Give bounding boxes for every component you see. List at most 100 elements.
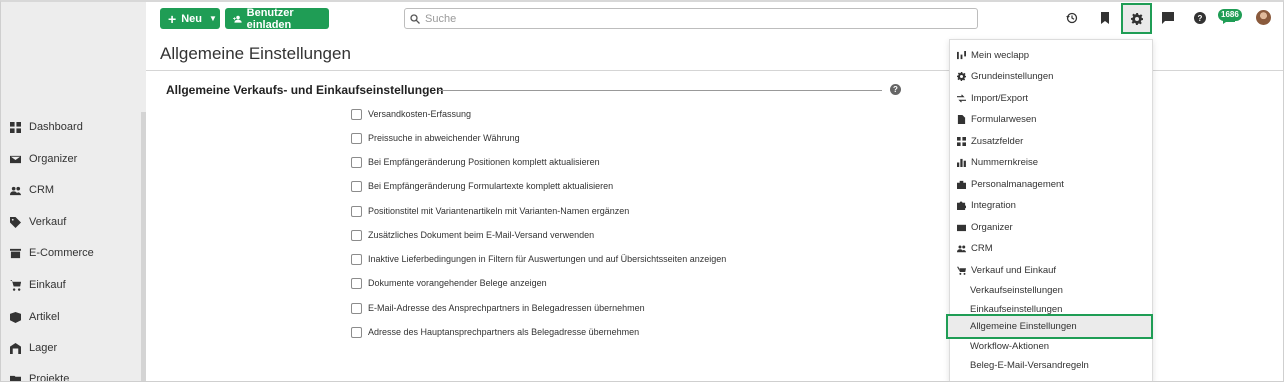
menu-item-label: Grundeinstellungen <box>971 70 1054 82</box>
option-label: Positionstitel mit Variantenartikeln mit… <box>368 206 630 216</box>
search-icon <box>410 13 420 24</box>
option-row[interactable]: E-Mail-Adresse des Ansprechpartners in B… <box>351 301 645 315</box>
option-checkbox[interactable] <box>351 132 362 144</box>
sidebar-item-crm[interactable]: CRM <box>10 181 54 199</box>
option-label: Preissuche in abweichender Währung <box>368 133 520 143</box>
new-button[interactable]: + Neu ▼ <box>160 8 220 29</box>
sidebar-item-organizer[interactable]: Organizer <box>10 150 77 168</box>
mail-icon <box>10 155 21 163</box>
menu-item-grundeinstellungen[interactable]: Grundeinstellungen <box>957 68 1053 84</box>
sidebar-item-projekte[interactable]: Projekte <box>10 370 69 382</box>
section-help-icon[interactable]: ? <box>890 84 901 95</box>
sidebar-item-label: CRM <box>29 184 55 196</box>
people-icon <box>10 186 21 195</box>
chevron-down-icon: ▼ <box>208 14 217 23</box>
people-icon <box>957 245 966 252</box>
sidebar-item-label: Dashboard <box>29 121 83 133</box>
option-label: Zusätzliches Dokument beim E-Mail-Versan… <box>368 230 595 240</box>
menu-item-verkauf-und-einkauf[interactable]: Verkauf und Einkauf <box>957 262 1056 278</box>
option-row[interactable]: Inaktive Lieferbedingungen in Filtern fü… <box>351 252 726 266</box>
avatar[interactable] <box>1256 10 1271 25</box>
invite-user-button[interactable]: Benutzer einladen <box>225 6 329 31</box>
option-label: Bei Empfängeränderung Formulartexte komp… <box>368 181 614 191</box>
sidebar-scrollbar[interactable] <box>141 112 146 382</box>
sidebar-item-label: Verkauf <box>29 216 67 228</box>
menu-item-organizer[interactable]: Organizer <box>957 219 1013 235</box>
option-row[interactable]: Adresse des Hauptansprechpartners als Be… <box>351 325 639 339</box>
option-checkbox[interactable] <box>351 326 362 338</box>
search-input[interactable] <box>425 12 965 25</box>
sidebar-item-label: E-Commerce <box>29 247 94 259</box>
help-icon[interactable]: ? <box>1188 6 1212 30</box>
gear-icon <box>1130 12 1143 25</box>
sidebar-item-label: Projekte <box>29 373 70 382</box>
menu-item-crm[interactable]: CRM <box>957 240 993 256</box>
sidebar-item-einkauf[interactable]: Einkauf <box>10 276 66 294</box>
menu-subitem-allgemeine-einstellungen[interactable]: Allgemeine Einstellungen <box>946 314 1153 339</box>
option-row[interactable]: Bei Empfängeränderung Positionen komplet… <box>351 155 600 169</box>
document-icon <box>957 114 966 124</box>
sidebar-item-label: Artikel <box>29 311 60 323</box>
menu-subitem-verkaufseinstellungen[interactable]: Verkaufseinstellungen <box>970 282 1063 298</box>
top-bar: + Neu ▼ Benutzer einladen ? 1686 <box>146 0 1283 36</box>
option-row[interactable]: Versandkosten-Erfassung <box>351 107 471 121</box>
store-icon <box>10 248 21 258</box>
sidebar-item-lager[interactable]: Lager <box>10 339 57 357</box>
option-checkbox[interactable] <box>351 253 362 265</box>
sidebar-item-artikel[interactable]: Artikel <box>10 308 60 326</box>
option-row[interactable]: Zusätzliches Dokument beim E-Mail-Versan… <box>351 228 594 242</box>
option-checkbox[interactable] <box>351 205 362 217</box>
cart-plus-icon <box>957 266 966 275</box>
menu-item-label: Personalmanagement <box>971 178 1064 190</box>
menu-item-label: Zusatzfelder <box>971 135 1024 147</box>
option-label: Inaktive Lieferbedingungen in Filtern fü… <box>368 254 727 264</box>
menu-item-label: Mein weclapp <box>971 49 1030 61</box>
option-row[interactable]: Positionstitel mit Variantenartikeln mit… <box>351 204 629 218</box>
bookmark-icon[interactable] <box>1093 6 1117 30</box>
option-row[interactable]: Bei Empfängeränderung Formulartexte komp… <box>351 179 613 193</box>
warehouse-icon <box>10 342 21 354</box>
page-title: Allgemeine Einstellungen <box>160 44 351 63</box>
new-button-label: Neu <box>181 12 202 25</box>
option-checkbox[interactable] <box>351 156 362 168</box>
history-icon[interactable] <box>1060 6 1084 30</box>
bar-chart-icon <box>957 158 966 167</box>
menu-item-nummernkreise[interactable]: Nummernkreise <box>957 154 1038 170</box>
chat-icon[interactable] <box>1156 6 1180 30</box>
menu-item-zusatzfelder[interactable]: Zusatzfelder <box>957 133 1023 149</box>
menu-item-label: Formularwesen <box>971 113 1037 125</box>
sidebar-item-label: Organizer <box>29 153 78 165</box>
menu-item-personalmanagement[interactable]: Personalmanagement <box>957 176 1064 192</box>
option-checkbox[interactable] <box>351 302 362 314</box>
option-checkbox[interactable] <box>351 180 362 192</box>
option-row[interactable]: Dokumente vorangehender Belege anzeigen <box>351 276 547 290</box>
menu-subitem-beleg-email-versandregeln[interactable]: Beleg-E-Mail-Versandregeln <box>970 357 1089 373</box>
menu-item-integration[interactable]: Integration <box>957 197 1016 213</box>
option-row[interactable]: Preissuche in abweichender Währung <box>351 131 520 145</box>
invite-user-label: Benutzer einladen <box>246 6 294 31</box>
option-checkbox[interactable] <box>351 108 362 120</box>
settings-gear-button[interactable] <box>1121 3 1152 34</box>
sidebar-item-e-commerce[interactable]: E-Commerce <box>10 244 94 262</box>
option-label: Bei Empfängeränderung Positionen komplet… <box>368 157 600 167</box>
sidebar-item-dashboard[interactable]: Dashboard <box>10 118 83 136</box>
menu-item-formularwesen[interactable]: Formularwesen <box>957 111 1036 127</box>
mail-icon <box>957 224 966 231</box>
weclapp-icon <box>957 50 966 59</box>
notification-count-badge: 1686 <box>1218 9 1242 21</box>
menu-subitem-workflow-aktionen[interactable]: Workflow-Aktionen <box>970 338 1049 354</box>
cart-icon <box>10 279 21 291</box>
option-checkbox[interactable] <box>351 229 362 241</box>
add-user-icon <box>233 15 242 23</box>
search-field[interactable] <box>404 8 978 29</box>
puzzle-icon <box>957 201 966 210</box>
option-checkbox[interactable] <box>351 277 362 289</box>
menu-item-mein-weclapp[interactable]: Mein weclapp <box>957 47 1029 63</box>
sidebar-item-label: Einkauf <box>29 279 66 291</box>
sidebar-item-verkauf[interactable]: Verkauf <box>10 213 66 231</box>
menu-item-import-export[interactable]: Import/Export <box>957 90 1028 106</box>
import-export-icon <box>957 94 966 102</box>
section-divider <box>438 90 882 91</box>
briefcase-icon <box>957 180 966 189</box>
menu-item-label: Organizer <box>971 221 1013 233</box>
